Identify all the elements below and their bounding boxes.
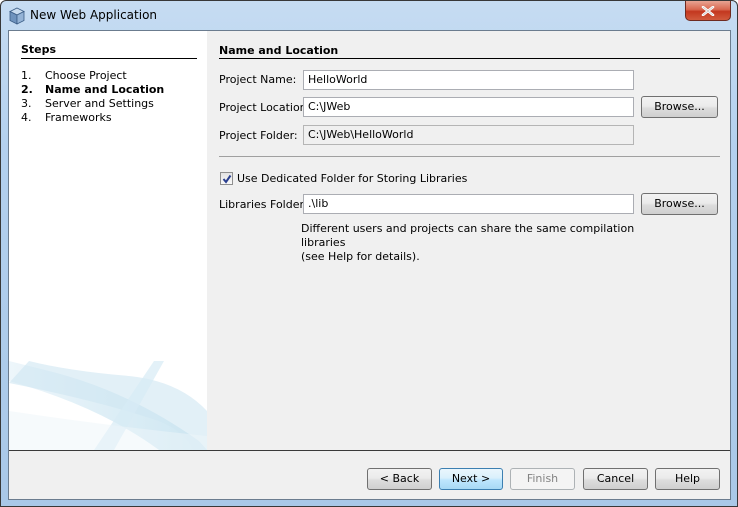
project-name-input[interactable]: HelloWorld: [303, 70, 634, 90]
step-number: 2.: [21, 83, 33, 96]
dedicated-folder-label[interactable]: Use Dedicated Folder for Storing Librari…: [237, 172, 467, 185]
libraries-folder-input[interactable]: .\lib: [303, 194, 634, 214]
window-title: New Web Application: [30, 8, 158, 22]
steps-divider: [21, 58, 197, 59]
section-separator: [219, 156, 720, 157]
steps-title: Steps: [21, 43, 57, 56]
step-item: 1. Choose Project: [21, 69, 164, 83]
step-label: Name and Location: [45, 83, 165, 96]
steps-panel: Steps 1. Choose Project 2. Name and Locati…: [9, 31, 207, 450]
button-bar: < Back Next > Finish Cancel Help: [9, 451, 730, 499]
new-web-application-dialog: New Web Application Steps 1. Choose Proje…: [0, 0, 738, 507]
dialog-content: Steps 1. Choose Project 2. Name and Locati…: [8, 30, 731, 500]
libraries-folder-label: Libraries Folder:: [219, 198, 308, 211]
step-number: 4.: [21, 111, 32, 124]
title-bar[interactable]: New Web Application: [1, 1, 737, 31]
netbeans-cube-icon: [9, 7, 25, 25]
dedicated-folder-checkbox-row[interactable]: Use Dedicated Folder for Storing Librari…: [220, 172, 467, 185]
close-button[interactable]: [685, 1, 731, 21]
libraries-hint-text: Different users and projects can share t…: [301, 222, 661, 264]
step-item: 4. Frameworks: [21, 111, 164, 125]
project-location-input[interactable]: C:\JWeb: [303, 97, 634, 117]
step-number: 1.: [21, 69, 32, 82]
step-label: Server and Settings: [45, 97, 154, 110]
dedicated-folder-checkbox[interactable]: [220, 172, 233, 185]
next-button[interactable]: Next >: [439, 468, 503, 490]
section-divider: [219, 58, 720, 59]
project-name-label: Project Name:: [219, 73, 297, 86]
steps-list: 1. Choose Project 2. Name and Location 3. S…: [21, 69, 164, 125]
back-button[interactable]: < Back: [367, 468, 432, 490]
hint-line: (see Help for details).: [301, 250, 420, 263]
step-item: 3. Server and Settings: [21, 97, 164, 111]
project-location-label: Project Location:: [219, 101, 311, 114]
section-title: Name and Location: [219, 44, 339, 57]
project-folder-label: Project Folder:: [219, 129, 298, 142]
checkmark-icon: [222, 174, 231, 184]
hint-line: Different users and projects can share t…: [301, 222, 635, 249]
finish-button: Finish: [510, 468, 575, 490]
name-location-panel: Name and Location Project Name: HelloWor…: [207, 31, 730, 450]
step-label: Frameworks: [45, 111, 112, 124]
project-folder-field: C:\JWeb\HelloWorld: [303, 125, 634, 145]
decorative-swoosh-graphic: [9, 361, 207, 450]
step-item-current: 2. Name and Location: [21, 83, 164, 97]
project-location-browse-button[interactable]: Browse...: [641, 96, 718, 118]
step-label: Choose Project: [45, 69, 127, 82]
close-icon: [701, 5, 715, 16]
help-button[interactable]: Help: [655, 468, 720, 490]
step-number: 3.: [21, 97, 32, 110]
libraries-folder-browse-button[interactable]: Browse...: [641, 193, 718, 215]
cancel-button[interactable]: Cancel: [583, 468, 648, 490]
